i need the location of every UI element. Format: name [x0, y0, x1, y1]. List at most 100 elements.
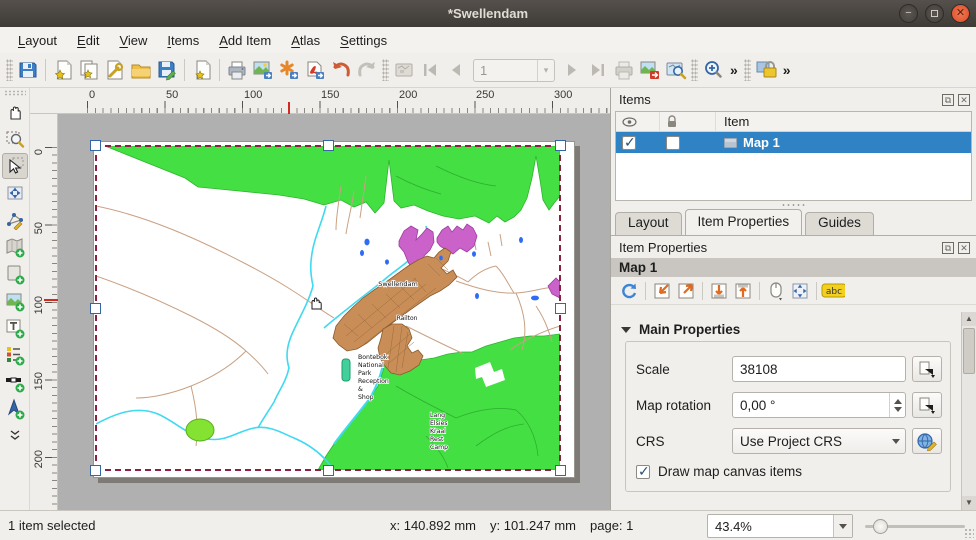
- print-atlas-button[interactable]: [611, 57, 637, 83]
- redo-button[interactable]: [354, 57, 380, 83]
- add-scalebar-button[interactable]: [2, 369, 28, 395]
- panel-splitter[interactable]: [611, 201, 976, 209]
- interactive-extent-edit-button[interactable]: [764, 279, 788, 303]
- print-button[interactable]: [224, 57, 250, 83]
- scrollbar-thumb[interactable]: [963, 328, 975, 374]
- set-map-scale-from-canvas-button[interactable]: [707, 279, 731, 303]
- resize-handle-nw[interactable]: [90, 140, 101, 151]
- open-layout-button[interactable]: [128, 57, 154, 83]
- atlas-previous-feature-button[interactable]: [443, 57, 469, 83]
- menu-items[interactable]: Items: [157, 30, 209, 51]
- toolbar-drag-handle[interactable]: [4, 90, 26, 96]
- main-properties-section-header[interactable]: Main Properties: [611, 320, 961, 341]
- duplicate-layout-button[interactable]: [76, 57, 102, 83]
- minimize-button[interactable]: −: [899, 4, 918, 23]
- add-legend-button[interactable]: [2, 342, 28, 368]
- atlas-next-feature-button[interactable]: [559, 57, 585, 83]
- resize-handle-n[interactable]: [323, 140, 334, 151]
- resize-handle-ne[interactable]: [555, 140, 566, 151]
- menu-atlas[interactable]: Atlas: [281, 30, 330, 51]
- close-panel-icon[interactable]: ✕: [958, 94, 970, 106]
- resize-handle-sw[interactable]: [90, 465, 101, 476]
- scale-data-defined-button[interactable]: [912, 356, 942, 382]
- toolbar-drag-handle[interactable]: [691, 59, 698, 81]
- layout-page[interactable]: Swellendam Railton Bontebok National Par…: [93, 141, 575, 478]
- zoom-tool-button[interactable]: [2, 126, 28, 152]
- float-panel-icon[interactable]: ⧉: [942, 242, 954, 254]
- export-atlas-button[interactable]: [637, 57, 663, 83]
- visibility-checkbox[interactable]: [622, 136, 636, 150]
- pan-tool-button[interactable]: [2, 99, 28, 125]
- scroll-down-icon[interactable]: ▼: [962, 496, 976, 510]
- layout-canvas[interactable]: Swellendam Railton Bontebok National Par…: [58, 114, 610, 510]
- vertical-ruler[interactable]: 0 50 100 150 200: [30, 114, 58, 510]
- select-crs-button[interactable]: [912, 428, 942, 454]
- atlas-last-feature-button[interactable]: [585, 57, 611, 83]
- select-move-item-tool-button[interactable]: [2, 153, 28, 179]
- save-as-template-button[interactable]: [154, 57, 180, 83]
- zoom-in-button[interactable]: [700, 57, 726, 83]
- draw-canvas-items-checkbox[interactable]: [636, 465, 650, 479]
- draw-canvas-items-row[interactable]: Draw map canvas items: [636, 464, 942, 479]
- lock-checkbox[interactable]: [666, 136, 680, 150]
- add-label-button[interactable]: [2, 315, 28, 341]
- menu-view[interactable]: View: [109, 30, 157, 51]
- move-map-content-button[interactable]: [788, 279, 812, 303]
- toolbar-drag-handle[interactable]: [6, 59, 13, 81]
- new-layout-button[interactable]: [50, 57, 76, 83]
- export-svg-button[interactable]: [276, 57, 302, 83]
- horizontal-ruler[interactable]: 0 50 100 150 200 250 300: [30, 88, 610, 114]
- map-rotation-spinbox[interactable]: 0,00 °: [732, 392, 906, 418]
- set-map-extent-to-canvas-button[interactable]: [650, 279, 674, 303]
- labeling-settings-button[interactable]: abc: [821, 279, 845, 303]
- add-map-button[interactable]: [2, 234, 28, 260]
- export-pdf-button[interactable]: [302, 57, 328, 83]
- properties-scrollbar[interactable]: ▲ ▼: [961, 312, 976, 510]
- edit-nodes-tool-button[interactable]: [2, 207, 28, 233]
- menu-layout[interactable]: Layout: [8, 30, 67, 51]
- rotation-data-defined-button[interactable]: [912, 392, 942, 418]
- spinbox-arrows[interactable]: [889, 393, 905, 417]
- toolbar-overflow-button[interactable]: »: [726, 62, 742, 78]
- map-item[interactable]: Swellendam Railton Bontebok National Par…: [96, 146, 560, 470]
- resize-handle-w[interactable]: [90, 303, 101, 314]
- tab-layout[interactable]: Layout: [615, 212, 682, 235]
- maximize-button[interactable]: [925, 4, 944, 23]
- close-button[interactable]: ✕: [951, 4, 970, 23]
- scale-input[interactable]: 38108: [732, 356, 906, 382]
- set-canvas-scale-from-map-button[interactable]: [731, 279, 755, 303]
- toolbar-drag-handle[interactable]: [382, 59, 389, 81]
- move-item-content-tool-button[interactable]: [2, 180, 28, 206]
- atlas-preview-button[interactable]: [391, 57, 417, 83]
- refresh-map-button[interactable]: [617, 279, 641, 303]
- zoom-slider-handle[interactable]: [873, 519, 888, 534]
- tab-item-properties[interactable]: Item Properties: [685, 209, 803, 235]
- add-north-arrow-button[interactable]: [2, 396, 28, 422]
- layout-manager-button[interactable]: [102, 57, 128, 83]
- resize-handle-e[interactable]: [555, 303, 566, 314]
- view-extent-in-canvas-button[interactable]: [674, 279, 698, 303]
- items-table-row[interactable]: Map 1: [616, 132, 971, 153]
- add-shape-button[interactable]: [2, 261, 28, 287]
- toolbox-overflow-button[interactable]: [2, 423, 28, 449]
- resize-handle-s[interactable]: [323, 465, 334, 476]
- zoom-level-combo[interactable]: 43.4%: [707, 514, 853, 538]
- add-picture-button[interactable]: [2, 288, 28, 314]
- add-items-from-template-button[interactable]: [189, 57, 215, 83]
- crs-dropdown[interactable]: Use Project CRS: [732, 428, 906, 454]
- atlas-settings-button[interactable]: [663, 57, 689, 83]
- export-image-button[interactable]: [250, 57, 276, 83]
- toolbar-drag-handle[interactable]: [744, 59, 751, 81]
- menu-add-item[interactable]: Add Item: [209, 30, 281, 51]
- zoom-slider[interactable]: [865, 525, 965, 528]
- lock-items-button[interactable]: [753, 57, 779, 83]
- resize-handle-se[interactable]: [555, 465, 566, 476]
- atlas-first-feature-button[interactable]: [417, 57, 443, 83]
- toolbar-overflow-button[interactable]: »: [779, 62, 795, 78]
- menu-settings[interactable]: Settings: [330, 30, 397, 51]
- save-button[interactable]: [15, 57, 41, 83]
- undo-button[interactable]: [328, 57, 354, 83]
- float-panel-icon[interactable]: ⧉: [942, 94, 954, 106]
- atlas-page-combo[interactable]: 1 ▾: [473, 59, 555, 82]
- close-panel-icon[interactable]: ✕: [958, 242, 970, 254]
